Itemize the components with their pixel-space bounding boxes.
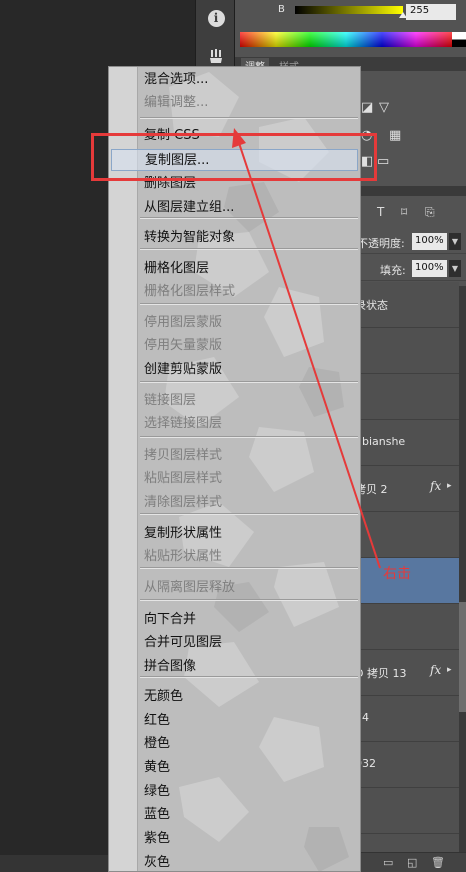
menu-separator bbox=[140, 676, 358, 678]
new-layer-icon[interactable]: ◱ bbox=[407, 856, 417, 869]
menu-item[interactable]: 绿色 bbox=[144, 781, 170, 803]
opacity-field[interactable]: 100% bbox=[412, 233, 447, 250]
layer-context-menu: 混合选项... 编辑调整... 复制 CSS 复制图层... 删除图层 从图层建立组...… bbox=[108, 66, 361, 872]
opacity-dropdown-icon[interactable]: ▼ bbox=[449, 233, 461, 250]
menu-gutter bbox=[109, 67, 138, 871]
fill-dropdown-icon[interactable]: ▼ bbox=[449, 260, 461, 277]
menu-item[interactable]: 向下合并 bbox=[144, 609, 196, 631]
channel-slider[interactable] bbox=[295, 6, 407, 18]
info-icon: i bbox=[207, 9, 225, 27]
info-button[interactable]: i bbox=[204, 6, 228, 30]
menu-item[interactable]: 复制形状属性 bbox=[144, 523, 222, 545]
channel-label: B bbox=[278, 4, 285, 15]
menu-item: 粘贴图层样式 bbox=[144, 471, 223, 486]
menu-item[interactable]: 混合选项... bbox=[144, 69, 208, 91]
menu-separator bbox=[140, 599, 358, 601]
menu-item[interactable]: 红色 bbox=[144, 710, 170, 732]
menu-item[interactable]: 紫色 bbox=[144, 828, 170, 850]
fill-label: 填充: bbox=[380, 264, 406, 277]
menu-item: 停用矢量蒙版 bbox=[144, 338, 223, 353]
menu-separator bbox=[140, 117, 358, 119]
menu-item: 链接图层 bbox=[144, 393, 197, 408]
menu-separator bbox=[140, 381, 358, 383]
fill-field[interactable]: 100% bbox=[412, 260, 447, 277]
menu-separator bbox=[140, 303, 358, 305]
new-group-icon[interactable]: ▭ bbox=[383, 856, 393, 869]
shape-filter-icon[interactable]: ⌑ bbox=[401, 205, 407, 219]
expand-effects-icon[interactable]: ▸ bbox=[447, 665, 452, 675]
brush-presets-button[interactable] bbox=[204, 44, 228, 68]
menu-separator bbox=[140, 513, 358, 515]
menu-item[interactable]: 橙色 bbox=[144, 733, 170, 755]
menu-item[interactable]: 从图层建立组... bbox=[144, 197, 234, 219]
color-panel: B 255 bbox=[235, 0, 466, 55]
menu-item[interactable]: 合并可见图层 bbox=[144, 632, 222, 654]
layer-name: ubianshe bbox=[355, 435, 406, 448]
highlight-rectangle bbox=[91, 133, 377, 181]
menu-item: 编辑调整... bbox=[144, 95, 209, 110]
channel-value-field[interactable]: 255 bbox=[406, 4, 456, 20]
menu-separator bbox=[140, 567, 358, 569]
menu-item: 从隔离图层释放 bbox=[144, 580, 236, 595]
menu-item: 粘贴形状属性 bbox=[144, 549, 223, 564]
menu-separator bbox=[140, 436, 358, 438]
menu-item: 清除图层样式 bbox=[144, 495, 223, 510]
menu-item: 栅格化图层样式 bbox=[144, 284, 236, 299]
channel-mixer-icon[interactable]: ▦ bbox=[389, 128, 401, 143]
color-spectrum[interactable] bbox=[240, 32, 466, 47]
layer-scrollbar[interactable] bbox=[459, 286, 466, 854]
opacity-label: 不透明度: bbox=[357, 237, 405, 250]
brush-icon bbox=[210, 49, 222, 63]
levels-icon[interactable]: ◪ bbox=[361, 100, 373, 115]
layer-name: D 拷贝 13 bbox=[355, 667, 407, 680]
menu-separator bbox=[140, 248, 358, 250]
menu-item: 拷贝图层样式 bbox=[144, 448, 223, 463]
menu-item[interactable]: 黄色 bbox=[144, 757, 170, 779]
threshold-icon[interactable]: ▭ bbox=[377, 154, 389, 169]
menu-item[interactable]: 创建剪贴蒙版 bbox=[144, 359, 222, 381]
expand-effects-icon[interactable]: ▸ bbox=[447, 481, 452, 491]
menu-item[interactable]: 转换为智能对象 bbox=[144, 227, 235, 249]
menu-item: 停用图层蒙版 bbox=[144, 315, 223, 330]
menu-separator bbox=[140, 217, 358, 219]
menu-item[interactable]: 灰色 bbox=[144, 852, 170, 871]
vibrance-icon[interactable]: ▽ bbox=[379, 100, 389, 115]
type-filter-icon[interactable]: T bbox=[377, 205, 384, 219]
annotation-label: 右击 bbox=[383, 566, 411, 582]
menu-item[interactable]: 栅格化图层 bbox=[144, 258, 209, 280]
layer-effects-icon[interactable]: fx bbox=[430, 663, 441, 677]
menu-item[interactable]: 无颜色 bbox=[144, 686, 183, 708]
scrollbar-thumb[interactable] bbox=[459, 602, 466, 712]
delete-layer-icon[interactable]: 🗑 bbox=[431, 856, 445, 869]
menu-item[interactable]: 蓝色 bbox=[144, 804, 170, 826]
layer-effects-icon[interactable]: fx bbox=[430, 479, 441, 493]
menu-item: 选择链接图层 bbox=[144, 416, 223, 431]
menu-item[interactable]: 拼合图像 bbox=[144, 656, 196, 678]
smart-object-filter-icon[interactable]: ⎘ bbox=[425, 205, 435, 220]
